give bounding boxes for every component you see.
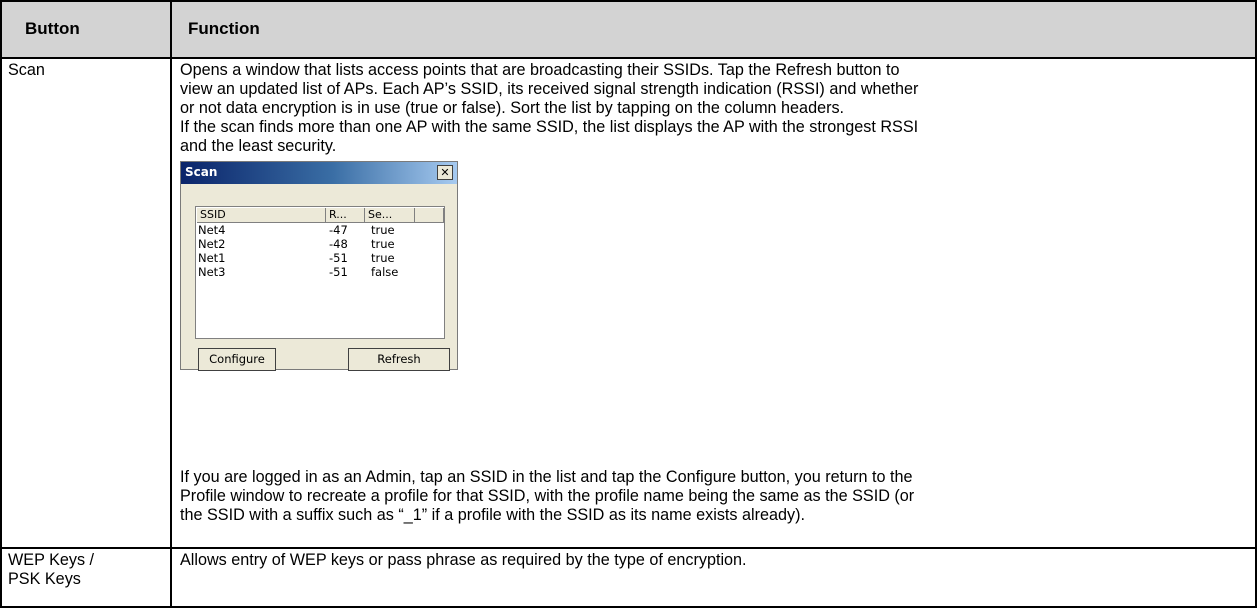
table-divider-row1 [0,547,1257,549]
table-border-top [0,0,1257,2]
list-item-rssi: -51 [329,265,348,279]
scan-desc-line: Opens a window that lists access points … [180,61,900,79]
list-item-rssi: -48 [329,237,348,251]
list-item-security: true [371,223,395,237]
scan-desc-line: or not data encryption is in use (true o… [180,99,845,117]
list-item-ssid: Net4 [198,223,226,237]
ap-list[interactable]: SSID R... Se... Net4 -47 true Net2 -48 t… [195,206,445,339]
column-header-empty [415,208,444,223]
scan-desc-line: the SSID with a suffix such as “_1” if a… [180,506,805,524]
table-divider-header [0,57,1257,59]
header-function: Function [188,19,260,38]
scan-dialog-title: Scan [185,165,218,179]
list-item-security: true [371,251,395,265]
table-column-divider [170,0,172,608]
list-item-ssid: Net2 [198,237,226,251]
column-header-security[interactable]: Se... [365,208,415,223]
refresh-button[interactable]: Refresh [348,348,450,371]
column-header-rssi[interactable]: R... [326,208,365,223]
list-item-ssid: Net1 [198,251,226,265]
list-item-security: true [371,237,395,251]
list-item-ssid: Net3 [198,265,226,279]
scan-desc-line: If the scan finds more than one AP with … [180,118,919,136]
list-item-rssi: -47 [329,223,348,237]
row-wep-button-cell-line1: WEP Keys / [8,551,95,569]
configure-button[interactable]: Configure [198,348,276,371]
row-wep-button-cell-line2: PSK Keys [8,570,81,588]
list-item-security: false [371,265,399,279]
scan-desc-line: Profile window to recreate a profile for… [180,487,915,505]
row-wep-description: Allows entry of WEP keys or pass phrase … [180,551,747,569]
scan-desc-line: If you are logged in as an Admin, tap an… [180,468,913,486]
scan-dialog-titlebar: Scan ✕ [181,162,457,184]
scan-desc-line: and the least security. [180,137,337,155]
list-item-rssi: -51 [329,251,348,265]
scan-dialog: Scan ✕ SSID R... Se... Net4 -47 true Net… [180,161,458,371]
table-border-left [0,0,2,608]
row-scan-button-cell: Scan [8,61,45,79]
header-button: Button [25,19,80,38]
function-table: Button Function Scan Opens a window that… [0,0,1257,608]
close-icon[interactable]: ✕ [437,165,453,180]
column-header-ssid[interactable]: SSID [197,208,326,223]
scan-desc-line: view an updated list of APs. Each AP’s S… [180,80,919,98]
